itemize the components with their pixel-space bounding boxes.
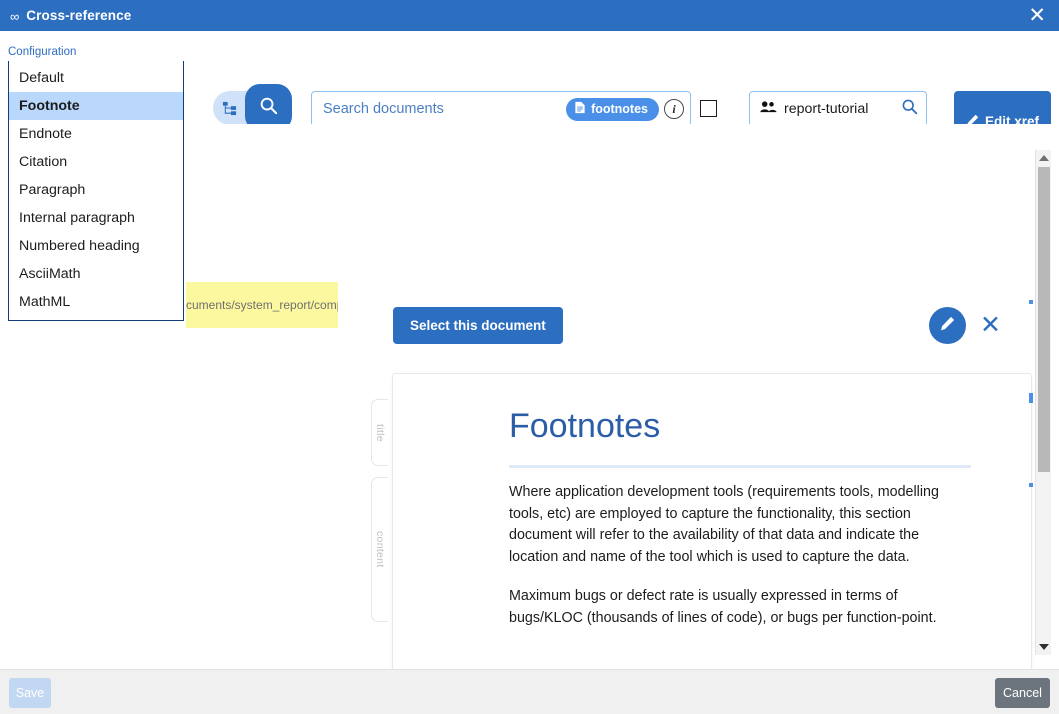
section-tag-content-label: content [374, 531, 386, 568]
dropdown-option-endnote[interactable]: Endnote [9, 120, 183, 148]
document-title-divider [509, 465, 971, 468]
dropdown-option-internal-paragraph[interactable]: Internal paragraph [9, 204, 183, 232]
window-titlebar: ∞ Cross-reference ✕ [0, 0, 1059, 31]
section-tag-title-label: title [374, 423, 386, 442]
document-file-icon [574, 101, 586, 117]
pencil-icon [940, 316, 955, 336]
dropdown-option-asciimath[interactable]: AsciiMath [9, 260, 183, 288]
dropdown-option-paragraph[interactable]: Paragraph [9, 176, 183, 204]
dialog-footer: Save Cancel [0, 669, 1059, 714]
document-title: Footnotes [509, 407, 661, 445]
scroll-marker [1029, 300, 1033, 304]
scroll-marker [1029, 393, 1033, 403]
document-tree-icon [222, 101, 237, 116]
dropdown-option-mathml[interactable]: MathML [9, 288, 183, 316]
dropdown-option-numbered-heading[interactable]: Numbered heading [9, 232, 183, 260]
info-icon[interactable]: i [664, 99, 684, 119]
configuration-dropdown-list[interactable]: Default Footnote Endnote Citation Paragr… [8, 61, 184, 321]
edit-document-button[interactable] [929, 307, 966, 344]
project-search-icon[interactable] [901, 98, 918, 120]
project-select-field[interactable]: report-tutorial [749, 91, 927, 127]
document-paragraph: Where application development tools (req… [509, 484, 939, 565]
save-button[interactable]: Save [9, 678, 51, 708]
section-tag-content: content [371, 477, 388, 622]
search-icon [259, 96, 278, 120]
dropdown-option-default[interactable]: Default [9, 64, 183, 92]
dropdown-option-footnote[interactable]: Footnote [9, 92, 183, 120]
close-icon[interactable]: ✕ [1026, 5, 1048, 26]
cancel-button[interactable]: Cancel [995, 678, 1050, 708]
document-preview-card[interactable]: Footnotes Where application development … [392, 373, 1032, 669]
scroll-up-icon[interactable] [1036, 151, 1051, 165]
link-infinity-icon: ∞ [10, 9, 20, 24]
search-input[interactable]: Search documents [323, 101, 566, 117]
scroll-down-icon[interactable] [1036, 640, 1051, 654]
group-users-icon [760, 100, 777, 118]
highlighted-path-text: cuments/system_report/comp [186, 282, 338, 328]
configuration-label: Configuration [8, 46, 77, 58]
footnotes-filter-chip[interactable]: footnotes [566, 97, 659, 121]
project-name-value: report-tutorial [784, 101, 869, 117]
scrollbar-thumb[interactable] [1038, 167, 1050, 472]
close-preview-icon[interactable]: ✕ [980, 313, 1001, 338]
footnotes-chip-label: footnotes [591, 102, 648, 116]
select-this-document-button[interactable]: Select this document [393, 307, 563, 344]
dropdown-option-citation[interactable]: Citation [9, 148, 183, 176]
document-paragraph: Maximum bugs or defect rate is usually e… [509, 588, 937, 626]
vertical-scrollbar[interactable] [1035, 150, 1051, 655]
scroll-marker [1029, 483, 1033, 487]
section-tag-title: title [371, 399, 388, 466]
titlebar-left-group: ∞ Cross-reference [10, 8, 131, 23]
toolbar-checkbox[interactable] [700, 100, 717, 117]
window-title: Cross-reference [26, 8, 132, 23]
search-documents-field[interactable]: Search documents footnotes i [311, 91, 691, 127]
